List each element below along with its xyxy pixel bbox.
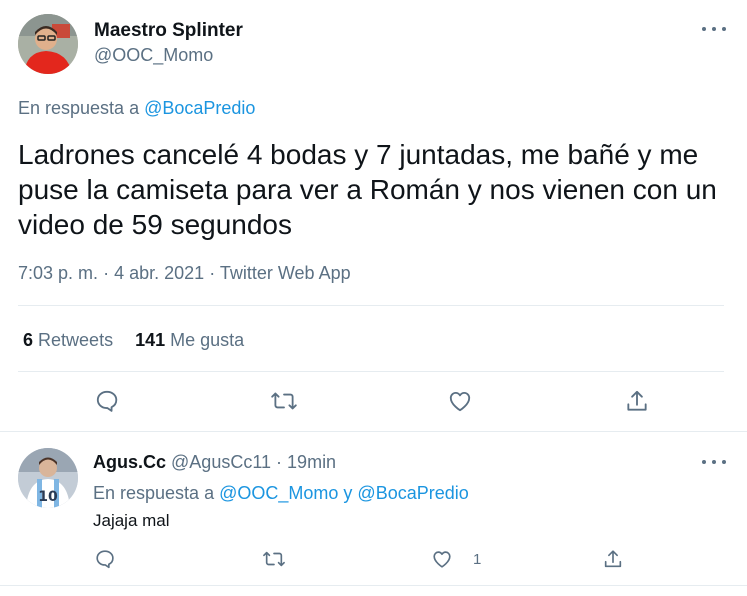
retweets-stat[interactable]: 6 Retweets (23, 330, 113, 350)
share-icon (604, 550, 622, 568)
more-options-icon[interactable] (702, 455, 726, 469)
like-icon (433, 551, 451, 568)
meta-separator: · (103, 263, 110, 283)
reply-prefix: En respuesta a (18, 98, 140, 118)
like-button[interactable] (447, 388, 473, 414)
share-icon (627, 390, 647, 411)
retweets-label: Retweets (38, 330, 114, 350)
tweet-stats: 6 Retweets 141 Me gusta (23, 330, 244, 351)
like-count: 1 (473, 550, 482, 568)
share-button[interactable] (624, 388, 650, 414)
author-handle[interactable]: @OOC_Momo (94, 45, 213, 66)
reply-time[interactable]: 19min (287, 452, 336, 472)
reply-prefix: En respuesta a (93, 483, 215, 503)
author-avatar[interactable] (18, 14, 78, 74)
retweet-icon (263, 551, 285, 567)
likes-count: 141 (135, 330, 166, 350)
reply-to-link[interactable]: @BocaPredio (144, 98, 255, 118)
reply-button[interactable] (94, 388, 120, 414)
reply-author-name[interactable]: Agus.Cc (93, 452, 166, 472)
like-button[interactable]: 1 (431, 548, 481, 570)
reply-author-avatar[interactable]: 10 (18, 448, 78, 508)
reply-author-handle[interactable]: @AgusCc11 (171, 452, 271, 472)
share-button[interactable] (602, 548, 624, 570)
retweet-icon (271, 392, 297, 410)
likes-stat[interactable]: 141 Me gusta (135, 330, 244, 350)
likes-label: Me gusta (170, 330, 245, 350)
tweet-meta: 7:03 p. m. · 4 abr. 2021 · Twitter Web A… (18, 263, 351, 284)
reply-context: En respuesta a @OOC_Momo y @BocaPredio (93, 483, 469, 504)
meta-separator: · (209, 263, 216, 283)
tweet-time[interactable]: 7:03 p. m. (18, 263, 98, 283)
divider (18, 305, 724, 306)
main-tweet: Maestro Splinter @OOC_Momo En respuesta … (0, 0, 747, 432)
reply-to-link[interactable]: @BocaPredio (357, 483, 468, 503)
author-name[interactable]: Maestro Splinter (94, 20, 243, 42)
reply-header: Agus.Cc @AgusCc11 · 19min (93, 452, 336, 473)
reply-conjunction: y (343, 483, 353, 503)
svg-text:10: 10 (38, 489, 58, 505)
meta-separator: · (276, 452, 283, 472)
tweet-source[interactable]: Twitter Web App (220, 263, 351, 283)
reply-text: Jajaja mal (93, 511, 170, 530)
reply-to-link[interactable]: @OOC_Momo (219, 483, 338, 503)
like-icon (449, 391, 471, 412)
tweet-date[interactable]: 4 abr. 2021 (114, 263, 204, 283)
divider (18, 371, 724, 372)
retweet-button[interactable] (270, 388, 298, 414)
retweet-button[interactable] (262, 548, 286, 570)
more-options-icon[interactable] (702, 22, 726, 36)
reply-tweet[interactable]: 10 Agus.Cc @AgusCc11 · 19min En respuest… (0, 432, 747, 586)
reply-button[interactable] (94, 548, 116, 570)
reply-icon (96, 390, 118, 412)
reply-icon (96, 550, 114, 569)
retweets-count: 6 (23, 330, 34, 350)
reply-context: En respuesta a @BocaPredio (18, 98, 255, 119)
tweet-text: Ladrones cancelé 4 bodas y 7 juntadas, m… (18, 139, 717, 240)
